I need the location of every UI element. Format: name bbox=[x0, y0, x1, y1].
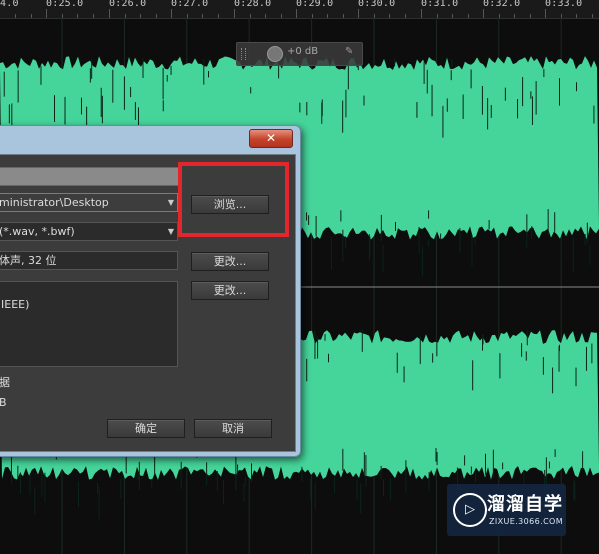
metadata-label: 据 bbox=[0, 376, 10, 389]
tick-label: 0:33.0 bbox=[545, 0, 583, 9]
change-format-settings-button[interactable]: 更改... bbox=[191, 281, 269, 300]
format-select[interactable]: (*.wav, *.bwf) ▼ bbox=[0, 222, 178, 241]
location-value: ministrator\Desktop bbox=[0, 196, 109, 209]
tick-label: 0:27.0 bbox=[171, 0, 209, 9]
play-logo-icon: ▷ bbox=[453, 493, 487, 527]
tick-label: 4.0 bbox=[0, 0, 19, 9]
tick-mark bbox=[46, 9, 47, 18]
watermark-url: ZIXUE.3066.COM bbox=[489, 517, 564, 526]
tick-label: 0:32.0 bbox=[483, 0, 521, 9]
cancel-button[interactable]: 取消 bbox=[194, 419, 272, 438]
sample-type-field: 体声, 32 位 bbox=[0, 251, 178, 270]
tick-mark bbox=[234, 9, 235, 18]
volume-hud[interactable]: +0 dB ✎ bbox=[236, 42, 363, 66]
pin-icon[interactable]: ✎ bbox=[345, 46, 353, 57]
close-button[interactable]: ✕ bbox=[249, 129, 293, 148]
watermark-title: 溜溜自学 bbox=[487, 494, 563, 515]
tick-label: 0:25.0 bbox=[46, 0, 84, 9]
tick-mark bbox=[545, 9, 546, 18]
timeline-ruler[interactable]: 4.0 0:25.0 0:26.0 0:27.0 0:28.0 0:29.0 0… bbox=[0, 0, 599, 19]
tick-mark bbox=[171, 9, 172, 18]
location-select[interactable]: ministrator\Desktop ▼ bbox=[0, 193, 178, 212]
highlight-box bbox=[178, 162, 289, 237]
volume-label: +0 dB bbox=[287, 46, 319, 57]
tick-mark bbox=[421, 9, 422, 18]
filename-input[interactable] bbox=[0, 167, 179, 186]
tick-label: 0:31.0 bbox=[421, 0, 459, 9]
change-sample-type-button[interactable]: 更改... bbox=[191, 252, 269, 271]
close-icon: ✕ bbox=[265, 131, 277, 145]
format-settings-text: IEEE) bbox=[1, 298, 30, 311]
tick-label: 0:28.0 bbox=[234, 0, 272, 9]
size-text: B bbox=[0, 396, 7, 409]
format-settings-box: IEEE) bbox=[0, 281, 178, 367]
tick-label: 0:30.0 bbox=[358, 0, 396, 9]
volume-knob[interactable] bbox=[267, 46, 283, 62]
ok-button[interactable]: 确定 bbox=[107, 419, 185, 438]
watermark: ▷ 溜溜自学 ZIXUE.3066.COM bbox=[447, 484, 566, 536]
format-value: (*.wav, *.bwf) bbox=[0, 225, 75, 238]
chevron-down-icon: ▼ bbox=[167, 227, 174, 236]
tick-label: 0:26.0 bbox=[109, 0, 147, 9]
chevron-down-icon: ▼ bbox=[167, 198, 174, 207]
sample-type-value: 体声, 32 位 bbox=[0, 254, 57, 267]
tick-mark bbox=[358, 9, 359, 18]
tick-label: 0:29.0 bbox=[296, 0, 334, 9]
drag-handle-icon[interactable] bbox=[241, 48, 246, 60]
tick-mark bbox=[483, 9, 484, 18]
tick-mark bbox=[296, 9, 297, 18]
tick-mark bbox=[109, 9, 110, 18]
